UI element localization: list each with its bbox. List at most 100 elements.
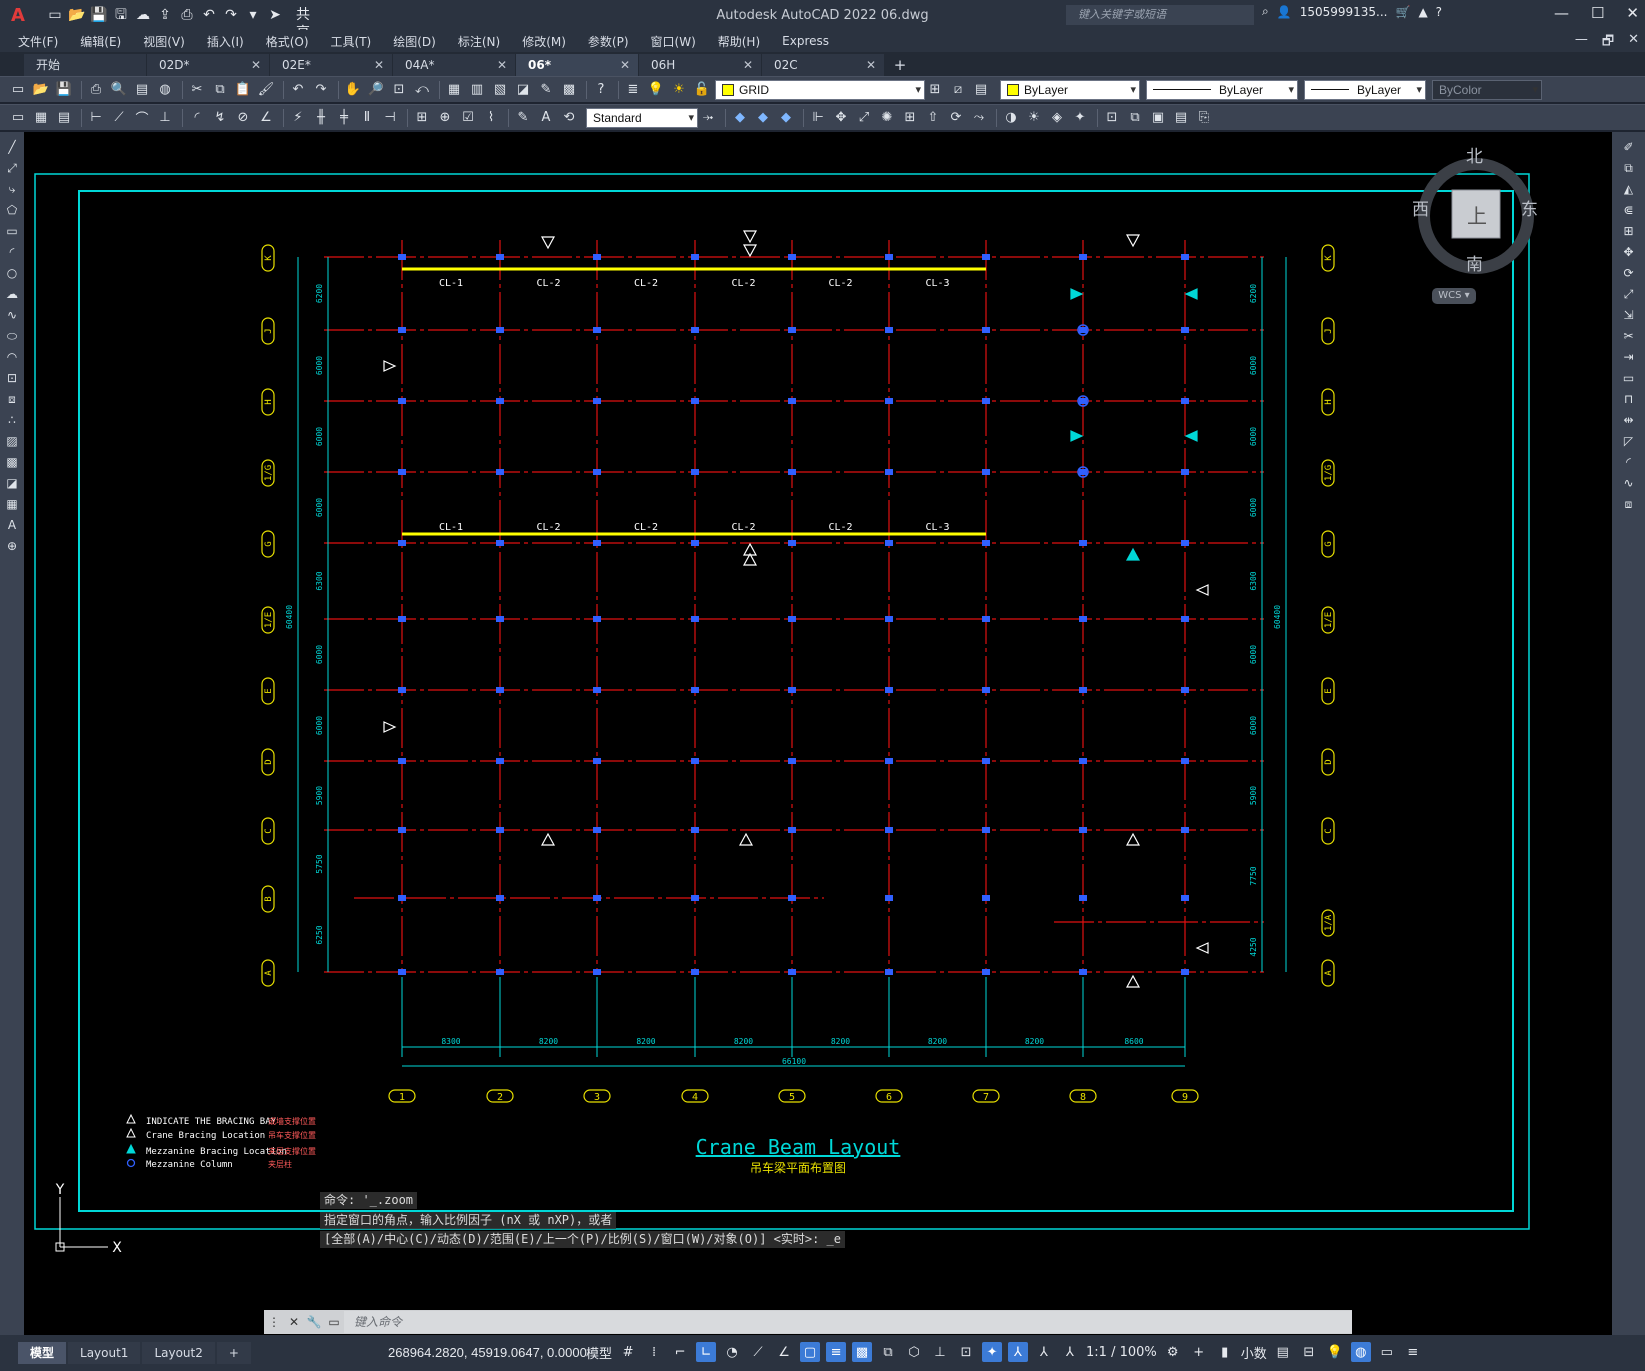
units-value[interactable]: 小数 <box>1241 1343 1267 1362</box>
layer-dropdown[interactable]: GRID <box>715 79 925 100</box>
gradient-icon[interactable]: ▩ <box>2 453 22 471</box>
break-point-icon[interactable]: ▭ <box>1619 369 1639 387</box>
units-icon[interactable]: ▮ <box>1215 1342 1235 1362</box>
calculator-icon[interactable]: ▩ <box>559 80 579 100</box>
cart-icon[interactable]: 🛒 <box>1395 5 1410 19</box>
dim-space-icon[interactable]: Ⅱ <box>357 108 377 128</box>
menu-window[interactable]: 窗口(W) <box>651 33 696 50</box>
properties-icon[interactable]: ▦ <box>444 80 464 100</box>
close-icon[interactable]: ✕ <box>743 54 753 76</box>
plotstyle-dropdown[interactable]: ByColor <box>1432 79 1542 100</box>
stretch-icon[interactable]: ⇲ <box>1619 306 1639 324</box>
xref-icon[interactable]: ⧉ <box>1125 108 1145 128</box>
shade-icon[interactable]: ◑ <box>1001 108 1021 128</box>
annotation-scale-value[interactable]: 1:1 / 100% <box>1086 1345 1157 1360</box>
layer-tools-icon[interactable]: ▭ <box>8 108 28 128</box>
insert-block-icon[interactable]: ⊡ <box>2 369 22 387</box>
multiline-text-icon[interactable]: A <box>2 516 22 534</box>
rotate-icon[interactable]: ⟳ <box>1619 264 1639 282</box>
plot-icon[interactable]: ⎙ <box>178 6 196 24</box>
make-current-layer-icon[interactable]: ⊞ <box>925 80 945 100</box>
inspection-icon[interactable]: ☑ <box>458 108 478 128</box>
close-icon[interactable]: ✕ <box>284 1315 304 1329</box>
add-layout-button[interactable]: + <box>216 1342 251 1364</box>
insert-block-icon[interactable]: ⊡ <box>1102 108 1122 128</box>
user-name[interactable]: 1505999135... <box>1300 5 1388 19</box>
open-icon[interactable]: 📂 <box>31 80 51 100</box>
grip-icon[interactable]: ⋮ <box>264 1315 284 1329</box>
menu-edit[interactable]: 编辑(E) <box>80 33 121 50</box>
isolate-objects-icon[interactable]: 💡 <box>1325 1342 1345 1362</box>
gizmo-icon[interactable]: ✦ <box>982 1342 1003 1362</box>
dim-text-edit-icon[interactable]: A <box>536 108 556 128</box>
annotation-visibility-icon[interactable]: ⅄ <box>1008 1342 1029 1362</box>
search-icon[interactable]: ⌕ <box>1262 4 1269 19</box>
infer-icon[interactable]: ⌐ <box>670 1342 690 1362</box>
menu-express[interactable]: Express <box>782 34 829 48</box>
close-icon[interactable]: ✕ <box>866 54 876 76</box>
snap-icon[interactable]: ⁞ <box>644 1342 664 1362</box>
array-icon[interactable]: ⊞ <box>900 108 920 128</box>
layer-states-icon[interactable]: ▤ <box>971 80 991 100</box>
offset-icon[interactable]: ⋐ <box>1619 201 1639 219</box>
selection-filter-icon[interactable]: ⊡ <box>956 1342 976 1362</box>
ole-icon[interactable]: ▤ <box>1171 108 1191 128</box>
close-icon[interactable]: ✕ <box>620 54 630 76</box>
line-icon[interactable]: ╱ <box>2 138 22 156</box>
new-tab-button[interactable]: + <box>885 54 915 76</box>
material-icon[interactable]: ◈ <box>1047 108 1067 128</box>
tab-layout1[interactable]: Layout1 <box>68 1342 141 1364</box>
redo-icon[interactable]: ↷ <box>222 6 240 24</box>
table-icon[interactable]: ▦ <box>2 495 22 513</box>
match-properties-icon[interactable]: 🖌 <box>256 80 276 100</box>
clean-screen-icon[interactable]: ▭ <box>1377 1342 1397 1362</box>
autodesk-app-icon[interactable]: ▲ <box>1418 5 1427 19</box>
wcs-menu[interactable]: WCS ▾ <box>1432 288 1476 304</box>
dim-style-dropdown[interactable]: Standard <box>586 107 698 128</box>
doc-close-button[interactable]: ✕ <box>1628 32 1639 54</box>
point-icon[interactable]: ∴ <box>2 411 22 429</box>
polar-icon[interactable]: ◔ <box>722 1342 742 1362</box>
menu-format[interactable]: 格式(O) <box>266 33 309 50</box>
viewcube-south[interactable]: 南 <box>1466 250 1483 275</box>
sweep-icon[interactable]: ⤳ <box>969 108 989 128</box>
move-icon[interactable]: ✥ <box>1619 243 1639 261</box>
customization-icon[interactable]: ≡ <box>1403 1342 1423 1362</box>
explode-icon[interactable]: ✺ <box>877 108 897 128</box>
tab-06h[interactable]: 06H ✕ <box>639 54 761 76</box>
ordinate-dim-icon[interactable]: ⊥ <box>155 108 175 128</box>
linear-dim-icon[interactable]: ⊢ <box>86 108 106 128</box>
angular-dim-icon[interactable]: ∠ <box>256 108 276 128</box>
render-icon[interactable]: ☀ <box>1024 108 1044 128</box>
arc-length-icon[interactable]: ⌒ <box>132 108 152 128</box>
minimize-button[interactable]: — <box>1554 4 1569 22</box>
lineweight-dropdown[interactable]: ByLayer <box>1304 79 1426 100</box>
viewcube-top[interactable]: 上 <box>1467 200 1487 229</box>
tolerance-icon[interactable]: ⊞ <box>412 108 432 128</box>
quick-properties-icon[interactable]: ▤ <box>1273 1342 1293 1362</box>
circle-icon[interactable]: ○ <box>2 264 22 282</box>
undo-icon[interactable]: ↶ <box>200 6 218 24</box>
add-selected-icon[interactable]: ⊕ <box>2 537 22 555</box>
continue-dim-icon[interactable]: ╪ <box>334 108 354 128</box>
doc-minimize-button[interactable]: — <box>1575 32 1588 54</box>
close-button[interactable]: ✕ <box>1626 4 1639 22</box>
cut-icon[interactable]: ✂ <box>187 80 207 100</box>
layer-walk-icon[interactable]: ▦ <box>31 108 51 128</box>
3d-cone-icon[interactable]: ◆ <box>776 108 796 128</box>
new-file-icon[interactable]: ▭ <box>46 6 64 24</box>
tab-layout2[interactable]: Layout2 <box>142 1342 215 1364</box>
menu-tools[interactable]: 工具(T) <box>331 33 372 50</box>
ellipse-icon[interactable]: ⬭ <box>2 327 22 345</box>
customize-icon[interactable]: 🔧 <box>304 1315 324 1329</box>
dim-update-icon[interactable]: ⟲ <box>559 108 579 128</box>
diameter-dim-icon[interactable]: ⊘ <box>233 108 253 128</box>
fillet-icon[interactable]: ◜ <box>1619 453 1639 471</box>
customize-qat-icon[interactable]: ▾ <box>244 6 262 24</box>
menu-modify[interactable]: 修改(M) <box>522 33 566 50</box>
workspace-gear-icon[interactable]: ⚙ <box>1163 1342 1183 1362</box>
menu-draw[interactable]: 绘图(D) <box>393 33 436 50</box>
dynamic-ucs-icon[interactable]: ⊥ <box>930 1342 950 1362</box>
selection-cycling-icon[interactable]: ⧉ <box>878 1342 898 1362</box>
object-snap-tracking-icon[interactable]: ∠ <box>774 1342 794 1362</box>
